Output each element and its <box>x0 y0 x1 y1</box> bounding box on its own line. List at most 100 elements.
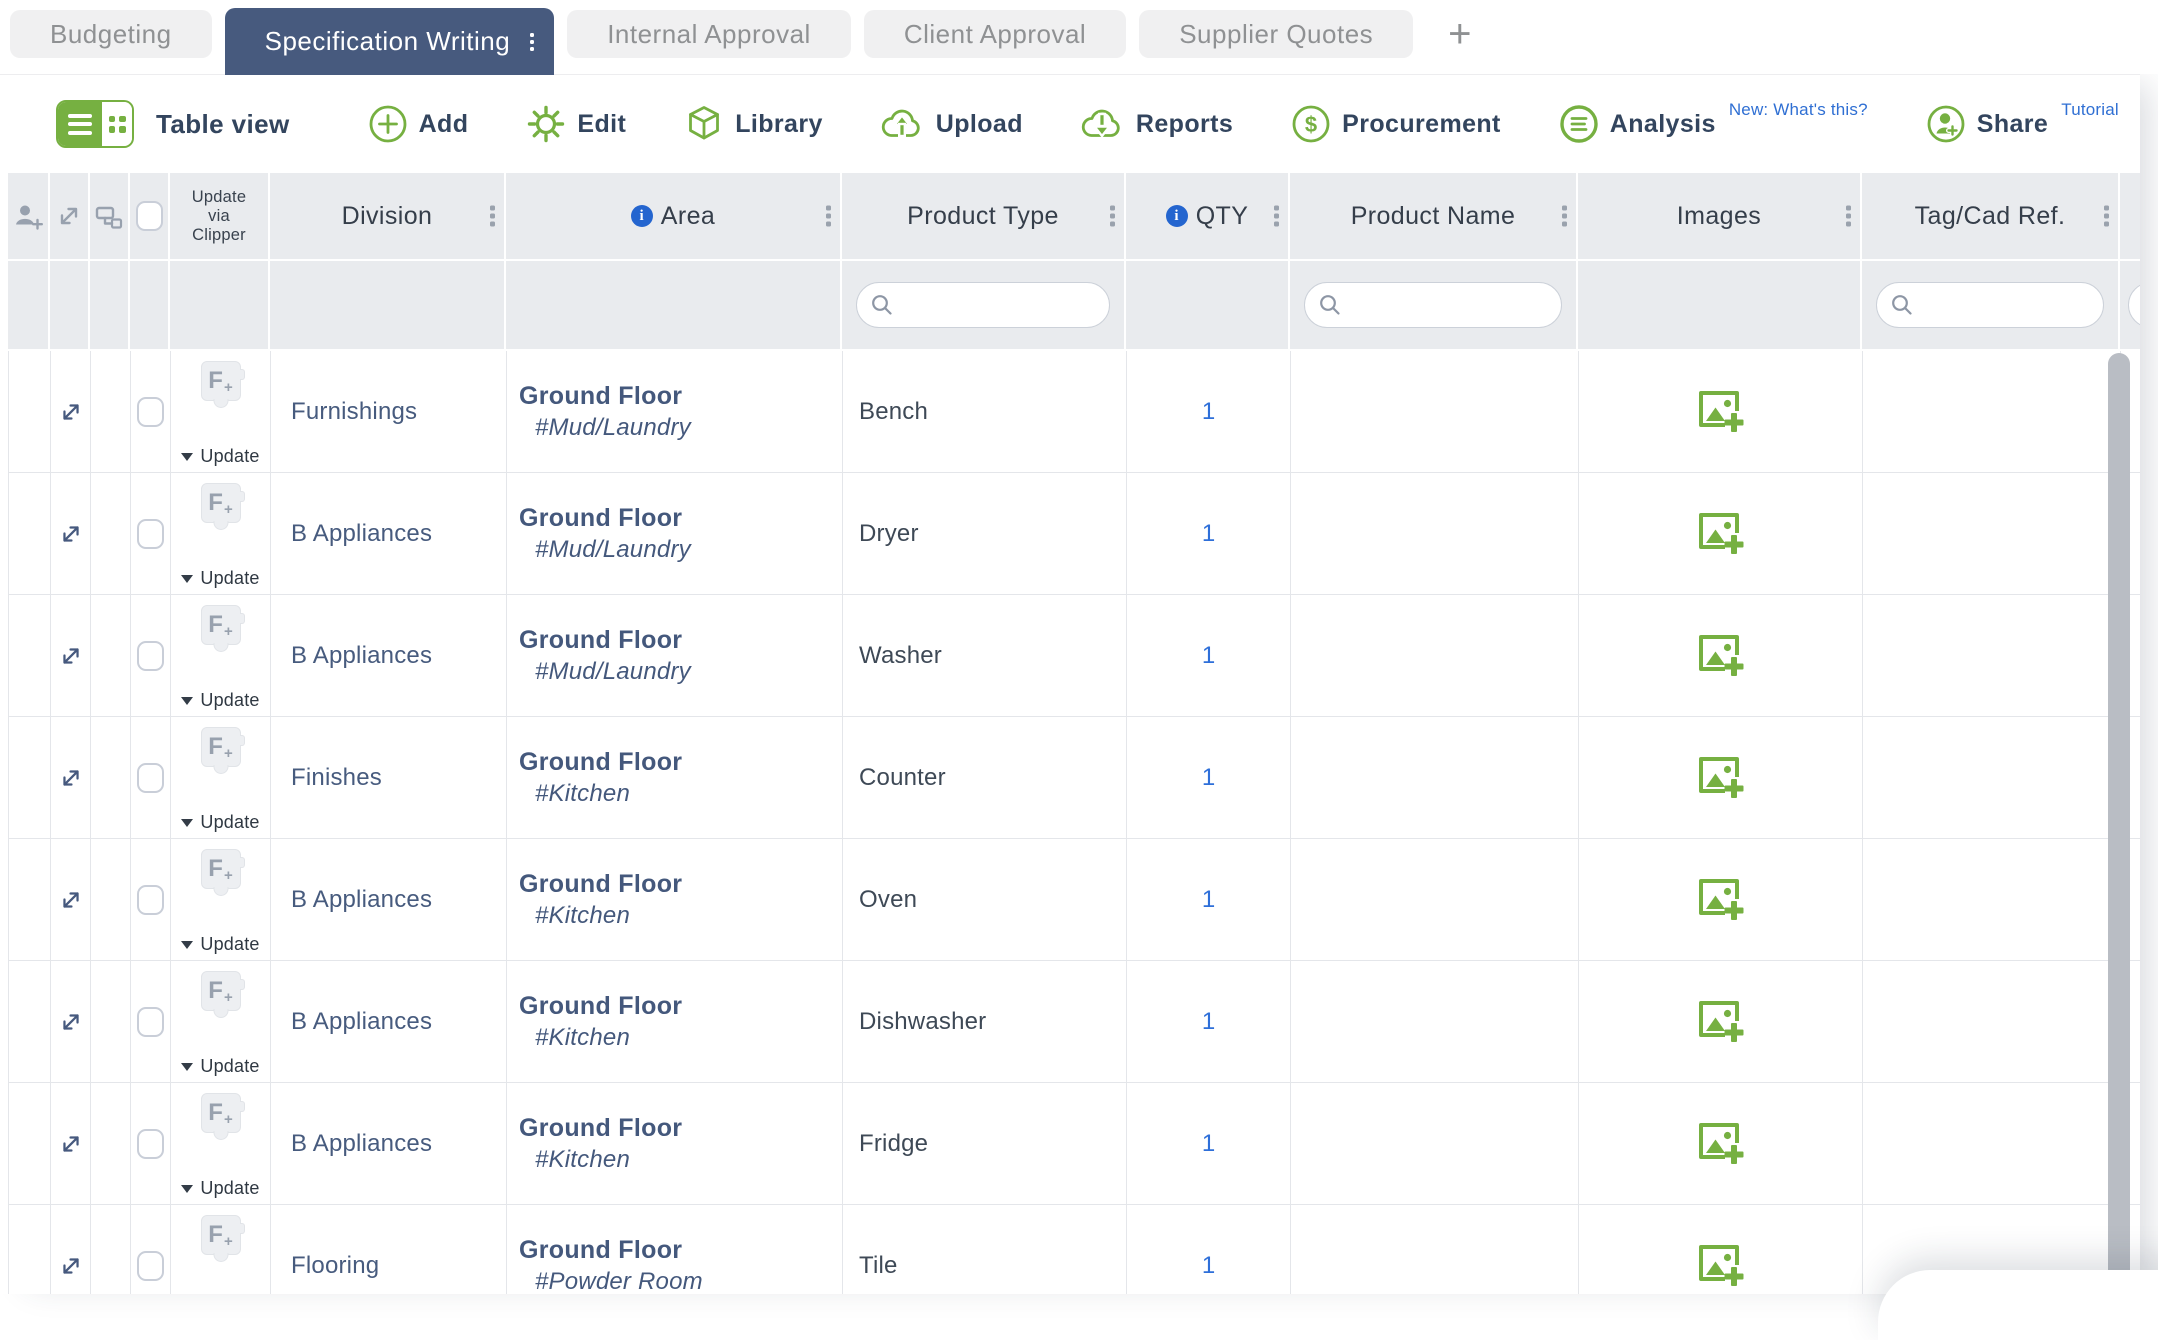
row-checkbox[interactable] <box>137 641 164 671</box>
clipper-badge-icon[interactable]: F+ <box>201 1093 241 1133</box>
analysis-whats-this-link[interactable]: New: What's this? <box>1729 100 1868 120</box>
tab-supplier-quotes[interactable]: Supplier Quotes <box>1139 10 1413 58</box>
analysis-button[interactable]: Analysis New: What's this? <box>1557 102 1868 146</box>
add-image-icon[interactable] <box>1698 1000 1744 1044</box>
add-image-icon[interactable] <box>1698 390 1744 434</box>
grid-view-icon[interactable] <box>102 102 132 146</box>
procurement-button[interactable]: $ Procurement <box>1289 102 1501 146</box>
qty-cell[interactable]: 1 <box>1127 351 1291 472</box>
add-image-icon[interactable] <box>1698 878 1744 922</box>
clipper-badge-icon[interactable]: F+ <box>201 971 241 1011</box>
product-name-cell[interactable] <box>1291 1083 1579 1204</box>
row-expand-button[interactable] <box>51 961 91 1082</box>
tag-cad-ref-cell[interactable] <box>1863 595 2121 716</box>
floating-widget[interactable] <box>1878 1270 2158 1340</box>
qty-cell[interactable]: 1 <box>1127 473 1291 594</box>
column-menu-icon[interactable] <box>1274 206 1279 227</box>
header-assign-cell[interactable] <box>8 173 50 259</box>
product-name-cell[interactable] <box>1291 1205 1579 1294</box>
header-division[interactable]: Division <box>270 173 506 259</box>
row-expand-button[interactable] <box>51 351 91 472</box>
row-checkbox[interactable] <box>137 519 164 549</box>
clipper-badge-icon[interactable]: F+ <box>201 605 241 645</box>
add-image-icon[interactable] <box>1698 1244 1744 1288</box>
qty-cell[interactable]: 1 <box>1127 839 1291 960</box>
row-expand-button[interactable] <box>51 1083 91 1204</box>
area-cell[interactable]: Ground Floor #Kitchen <box>507 839 843 960</box>
column-menu-icon[interactable] <box>2104 206 2109 227</box>
header-group-cell[interactable] <box>90 173 130 259</box>
area-cell[interactable]: Ground Floor #Mud/Laundry <box>507 595 843 716</box>
product-type-cell[interactable]: Dryer <box>843 473 1127 594</box>
tag-cad-ref-cell[interactable] <box>1863 473 2121 594</box>
share-button[interactable]: Share Tutorial <box>1924 102 2119 146</box>
qty-cell[interactable]: 1 <box>1127 961 1291 1082</box>
division-cell[interactable]: B Appliances <box>271 839 507 960</box>
product-type-cell[interactable]: Oven <box>843 839 1127 960</box>
division-cell[interactable]: Finishes <box>271 717 507 838</box>
row-expand-button[interactable] <box>51 473 91 594</box>
tag-cad-ref-cell[interactable] <box>1863 839 2121 960</box>
row-expand-button[interactable] <box>51 1205 91 1294</box>
tab-client-approval[interactable]: Client Approval <box>864 10 1126 58</box>
clipper-badge-icon[interactable]: F+ <box>201 483 241 523</box>
header-tag-cad-ref[interactable]: Tag/Cad Ref. <box>1862 173 2120 259</box>
qty-cell[interactable]: 1 <box>1127 1205 1291 1294</box>
share-tutorial-link[interactable]: Tutorial <box>2061 100 2119 120</box>
area-cell[interactable]: Ground Floor #Kitchen <box>507 717 843 838</box>
area-cell[interactable]: Ground Floor #Mud/Laundry <box>507 351 843 472</box>
edit-button[interactable]: Edit <box>524 102 626 146</box>
area-cell[interactable]: Ground Floor #Kitchen <box>507 1083 843 1204</box>
product-type-cell[interactable]: Washer <box>843 595 1127 716</box>
list-view-icon[interactable] <box>58 102 102 146</box>
clipper-badge-icon[interactable]: F+ <box>201 361 241 401</box>
column-menu-icon[interactable] <box>1110 206 1115 227</box>
product-type-cell[interactable]: Counter <box>843 717 1127 838</box>
product-type-filter-input[interactable] <box>856 282 1110 328</box>
area-cell[interactable]: Ground Floor #Powder Room <box>507 1205 843 1294</box>
division-cell[interactable]: B Appliances <box>271 595 507 716</box>
column-menu-icon[interactable] <box>1846 206 1851 227</box>
product-name-cell[interactable] <box>1291 717 1579 838</box>
product-type-cell[interactable]: Dishwasher <box>843 961 1127 1082</box>
select-all-checkbox[interactable] <box>136 201 163 231</box>
update-dropdown[interactable]: Update <box>181 568 259 589</box>
tag-cad-ref-cell[interactable] <box>1863 717 2121 838</box>
tab-menu-icon[interactable] <box>530 33 534 51</box>
row-checkbox[interactable] <box>137 1251 164 1281</box>
area-cell[interactable]: Ground Floor #Mud/Laundry <box>507 473 843 594</box>
update-dropdown[interactable]: Update <box>181 812 259 833</box>
add-image-icon[interactable] <box>1698 634 1744 678</box>
update-dropdown[interactable]: Update <box>181 1056 259 1077</box>
qty-cell[interactable]: 1 <box>1127 1083 1291 1204</box>
clipper-badge-icon[interactable]: F+ <box>201 1215 241 1255</box>
vertical-scrollbar[interactable] <box>2108 353 2130 1294</box>
division-cell[interactable]: Furnishings <box>271 351 507 472</box>
row-checkbox[interactable] <box>137 885 164 915</box>
product-name-cell[interactable] <box>1291 839 1579 960</box>
product-type-cell[interactable]: Tile <box>843 1205 1127 1294</box>
row-checkbox[interactable] <box>137 397 164 427</box>
header-images[interactable]: Images <box>1578 173 1862 259</box>
update-dropdown[interactable]: Update <box>181 690 259 711</box>
upload-button[interactable]: Upload <box>879 103 1023 145</box>
product-type-cell[interactable]: Fridge <box>843 1083 1127 1204</box>
division-cell[interactable]: Flooring <box>271 1205 507 1294</box>
header-area[interactable]: i Area <box>506 173 842 259</box>
qty-cell[interactable]: 1 <box>1127 717 1291 838</box>
product-name-filter-input[interactable] <box>1304 282 1562 328</box>
product-name-cell[interactable] <box>1291 473 1579 594</box>
tag-cad-ref-cell[interactable] <box>1863 351 2121 472</box>
tab-budgeting[interactable]: Budgeting <box>10 10 212 58</box>
row-checkbox[interactable] <box>137 1129 164 1159</box>
qty-cell[interactable]: 1 <box>1127 595 1291 716</box>
tab-internal-approval[interactable]: Internal Approval <box>567 10 851 58</box>
header-qty[interactable]: i QTY <box>1126 173 1290 259</box>
add-image-icon[interactable] <box>1698 1122 1744 1166</box>
product-type-cell[interactable]: Bench <box>843 351 1127 472</box>
column-menu-icon[interactable] <box>490 206 495 227</box>
row-expand-button[interactable] <box>51 717 91 838</box>
header-product-name[interactable]: Product Name <box>1290 173 1578 259</box>
add-button[interactable]: Add <box>366 102 469 146</box>
division-cell[interactable]: B Appliances <box>271 961 507 1082</box>
